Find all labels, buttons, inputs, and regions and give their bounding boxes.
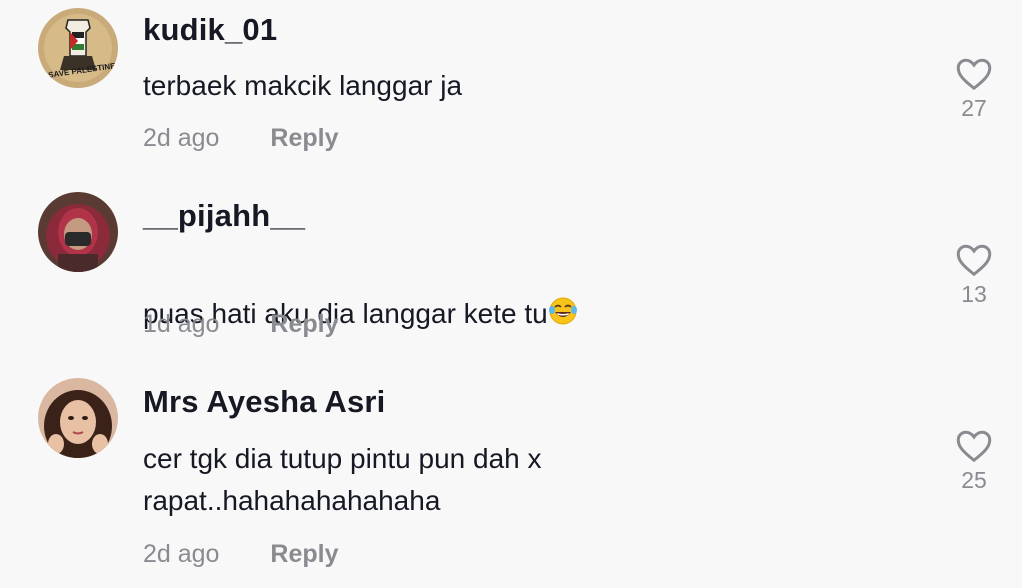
heart-icon	[956, 244, 992, 277]
comment-meta: 1d ago Reply	[143, 310, 339, 339]
comment-meta: 2d ago Reply	[143, 540, 339, 569]
comment-meta: 2d ago Reply	[143, 124, 339, 153]
like-count: 25	[961, 467, 987, 493]
username[interactable]: __pijahh__	[143, 198, 305, 234]
username[interactable]: Mrs Ayesha Asri	[143, 384, 386, 420]
avatar[interactable]	[38, 192, 118, 272]
reply-button[interactable]: Reply	[270, 310, 338, 338]
comment-time: 2d ago	[143, 124, 220, 152]
heart-icon	[956, 430, 992, 463]
heart-icon	[956, 58, 992, 91]
comment-time: 1d ago	[143, 310, 220, 338]
avatar[interactable]: SAVE PALESTINE	[38, 8, 118, 88]
username[interactable]: kudik_01	[143, 12, 277, 48]
comment-text: cer tgk dia tutup pintu pun dah x rapat.…	[143, 443, 542, 516]
like-button[interactable]: 13	[950, 243, 998, 308]
avatar[interactable]	[38, 378, 118, 458]
face-with-tears-of-joy-icon	[548, 297, 577, 325]
reply-button[interactable]: Reply	[270, 540, 338, 568]
like-button[interactable]: 25	[950, 429, 998, 494]
like-count: 13	[961, 281, 987, 307]
like-count: 27	[961, 95, 987, 121]
comment-text: terbaek makcik langgar ja	[143, 70, 463, 101]
comment-time: 2d ago	[143, 540, 220, 568]
like-button[interactable]: 27	[950, 57, 998, 122]
reply-button[interactable]: Reply	[270, 124, 338, 152]
